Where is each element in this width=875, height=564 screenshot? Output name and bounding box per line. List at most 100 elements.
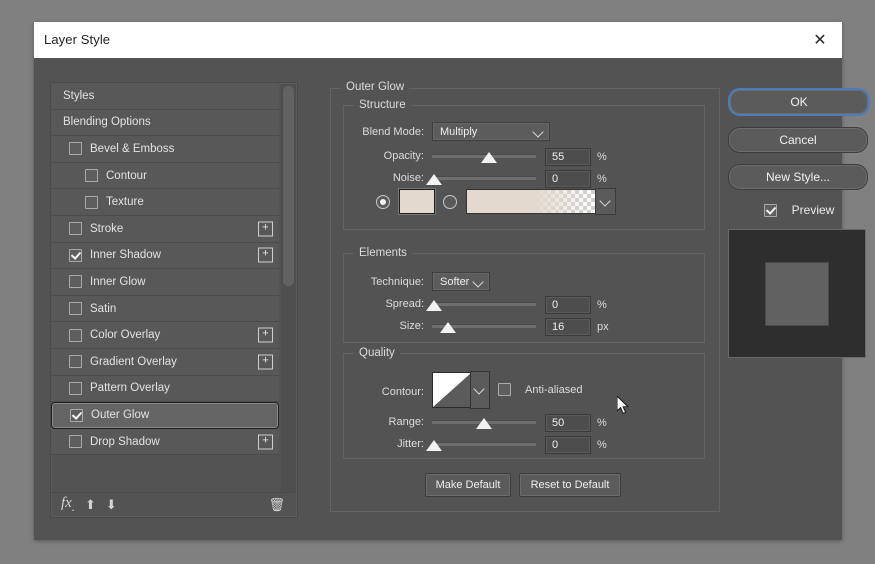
style-row-label: Satin: [90, 303, 116, 315]
contour-preview[interactable]: [432, 372, 472, 408]
spread-label: Spread:: [344, 298, 424, 310]
style-checkbox[interactable]: [69, 249, 82, 262]
spread-slider-thumb[interactable]: [426, 300, 442, 311]
style-row-label: Texture: [106, 196, 144, 208]
style-row-inner-glow[interactable]: Inner Glow: [51, 269, 279, 296]
style-row-bevel-emboss[interactable]: Bevel & Emboss: [51, 136, 279, 163]
style-row-color-overlay[interactable]: Color Overlay +: [51, 322, 279, 349]
jitter-slider[interactable]: [432, 438, 536, 452]
technique-select[interactable]: Softer: [432, 272, 490, 291]
structure-legend: Structure: [354, 99, 411, 111]
close-icon[interactable]: ✕: [798, 22, 842, 58]
blend-mode-label: Blend Mode:: [344, 126, 424, 138]
style-row-label: Color Overlay: [90, 329, 160, 341]
gradient-picker-chevron-down-icon[interactable]: [595, 188, 616, 215]
style-row-outer-glow[interactable]: Outer Glow: [51, 402, 279, 429]
style-row-label: Styles: [63, 90, 94, 102]
contour-picker-chevron-down-icon[interactable]: [470, 371, 490, 409]
noise-input[interactable]: 0: [545, 170, 591, 188]
range-slider-thumb[interactable]: [476, 418, 492, 429]
fx-icon[interactable]: fx.: [61, 495, 75, 515]
style-row-texture[interactable]: Texture: [51, 189, 279, 216]
anti-aliased-toggle[interactable]: Anti-aliased: [498, 383, 582, 396]
jitter-slider-thumb[interactable]: [426, 440, 442, 451]
style-checkbox[interactable]: [85, 169, 98, 182]
style-row-blending-options[interactable]: Blending Options: [51, 110, 279, 137]
size-slider-thumb[interactable]: [440, 322, 456, 333]
blend-mode-select[interactable]: Multiply: [432, 122, 550, 141]
style-checkbox[interactable]: [69, 329, 82, 342]
style-checkbox[interactable]: [85, 196, 98, 209]
style-row-label: Blending Options: [63, 116, 151, 128]
noise-slider[interactable]: [432, 172, 536, 186]
gradient-preview[interactable]: [466, 189, 597, 214]
size-input[interactable]: 16: [545, 318, 591, 336]
spread-input[interactable]: 0: [545, 296, 591, 314]
opacity-input[interactable]: 55: [545, 148, 591, 166]
glow-color-swatch[interactable]: [399, 189, 435, 214]
style-row-stroke[interactable]: Stroke+: [51, 216, 279, 243]
outer-glow-title: Outer Glow: [341, 81, 409, 93]
style-checkbox[interactable]: [69, 275, 82, 288]
trash-icon[interactable]: 🗑: [268, 497, 285, 513]
opacity-label: Opacity:: [344, 150, 424, 162]
cancel-button[interactable]: Cancel: [728, 127, 868, 153]
preview-thumbnail: [728, 229, 866, 358]
structure-section: Structure Blend Mode: Multiply Opacity: …: [343, 105, 705, 230]
make-default-button[interactable]: Make Default: [425, 473, 511, 497]
new-style-button[interactable]: New Style...: [728, 164, 868, 190]
ok-button[interactable]: OK: [728, 88, 870, 116]
style-row-label: Contour: [106, 170, 147, 182]
reset-to-default-button[interactable]: Reset to Default: [519, 473, 621, 497]
noise-slider-thumb[interactable]: [426, 174, 442, 185]
add-effect-plus-icon[interactable]: +: [258, 248, 273, 263]
fill-gradient-radio[interactable]: [443, 195, 457, 209]
spread-unit: %: [597, 299, 607, 311]
opacity-slider-thumb[interactable]: [481, 152, 497, 163]
spread-slider[interactable]: [432, 298, 536, 312]
preview-toggle[interactable]: Preview: [728, 201, 870, 219]
fill-color-radio[interactable]: [376, 195, 390, 209]
style-checkbox[interactable]: [69, 355, 82, 368]
blend-mode-value: Multiply: [440, 126, 477, 138]
add-effect-plus-icon[interactable]: +: [258, 221, 273, 236]
arrow-down-icon[interactable]: ⬇: [106, 497, 117, 513]
opacity-slider[interactable]: [432, 150, 536, 164]
elements-legend: Elements: [354, 247, 412, 259]
styles-scroll-thumb[interactable]: [283, 86, 294, 286]
anti-aliased-checkbox[interactable]: [498, 383, 511, 396]
add-effect-plus-icon[interactable]: +: [258, 434, 273, 449]
arrow-up-icon[interactable]: ⬆: [85, 497, 96, 513]
style-checkbox[interactable]: [69, 222, 82, 235]
preview-checkbox[interactable]: [764, 204, 777, 217]
style-row-label: Outer Glow: [91, 409, 149, 421]
style-row-gradient-overlay[interactable]: Gradient Overlay+: [51, 349, 279, 376]
chevron-down-icon: [532, 126, 543, 137]
style-checkbox[interactable]: [69, 142, 82, 155]
style-row-pattern-overlay[interactable]: Pattern Overlay: [51, 376, 279, 403]
styles-scrollbar[interactable]: [281, 84, 296, 492]
style-row-label: Bevel & Emboss: [90, 143, 174, 155]
style-row-drop-shadow[interactable]: Drop Shadow+: [51, 429, 279, 456]
style-checkbox[interactable]: [70, 409, 83, 422]
elements-section: Elements Technique: Softer Spread: 0 % S…: [343, 253, 705, 343]
style-checkbox[interactable]: [69, 435, 82, 448]
noise-label: Noise:: [344, 172, 424, 184]
style-row-label: Inner Glow: [90, 276, 146, 288]
range-input[interactable]: 50: [545, 414, 591, 432]
style-row-inner-shadow[interactable]: Inner Shadow +: [51, 243, 279, 270]
jitter-input[interactable]: 0: [545, 436, 591, 454]
add-effect-plus-icon[interactable]: +: [258, 328, 273, 343]
styles-toolbar: fx. ⬆ ⬇ 🗑: [51, 492, 295, 517]
range-slider[interactable]: [432, 416, 536, 430]
style-row-satin[interactable]: Satin: [51, 296, 279, 323]
style-checkbox[interactable]: [69, 382, 82, 395]
add-effect-plus-icon[interactable]: +: [258, 354, 273, 369]
size-slider[interactable]: [432, 320, 536, 334]
style-row-label: Inner Shadow: [90, 249, 161, 261]
noise-slider-track: [432, 176, 536, 180]
style-checkbox[interactable]: [69, 302, 82, 315]
style-row-contour[interactable]: Contour: [51, 163, 279, 190]
styles-list[interactable]: Styles Blending Options Bevel & Emboss Cont…: [51, 83, 279, 493]
style-row-styles[interactable]: Styles: [51, 83, 279, 110]
